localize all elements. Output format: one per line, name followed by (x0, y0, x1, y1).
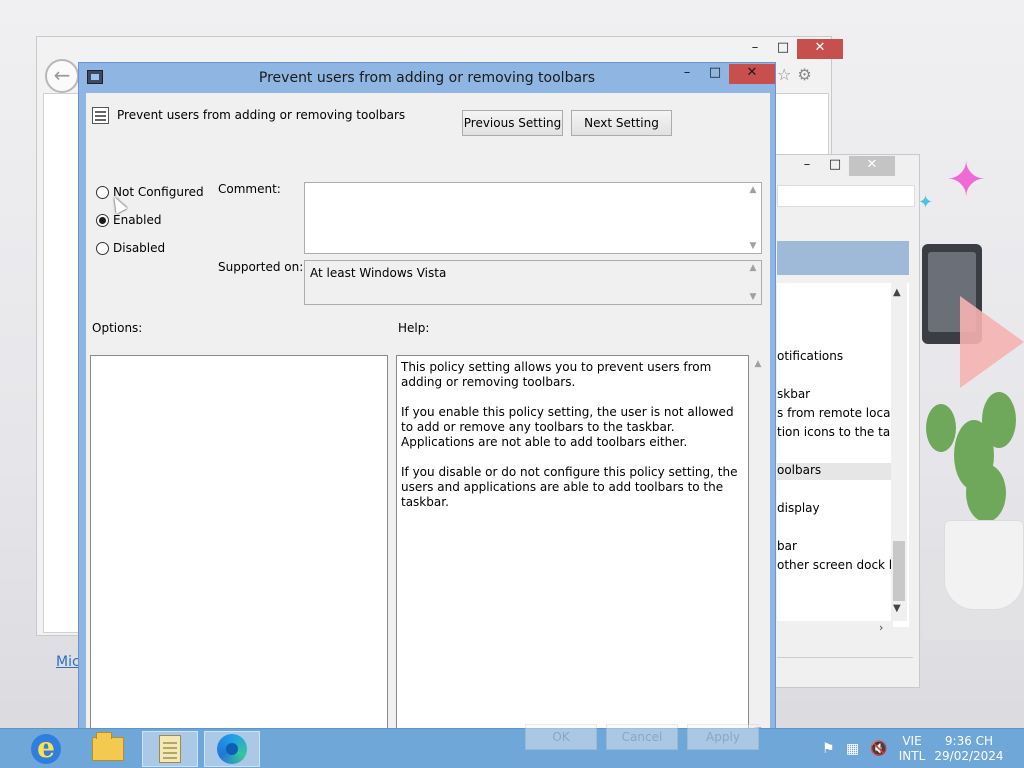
list-item[interactable]: bar (777, 539, 797, 553)
supported-on-field: At least Windows Vista ▲ ▼ (304, 260, 762, 305)
radio-label: Enabled (113, 213, 162, 227)
gp-settings-list: otifications skbar s from remote loca...… (777, 283, 909, 627)
dialog-client-area: Prevent users from adding or removing to… (86, 93, 770, 741)
gp-toolbar (777, 185, 915, 207)
help-pane[interactable]: This policy setting allows you to preven… (396, 355, 749, 740)
folder-icon (92, 732, 124, 761)
taskbar: e ⚑ ▦ 🔇 VIE INTL 9:36 CH 29/02/2024 (0, 728, 1024, 768)
list-item[interactable]: display (777, 501, 820, 515)
list-item[interactable]: skbar (777, 387, 810, 401)
scroll-down-icon[interactable]: ▼ (746, 292, 760, 302)
sparkle-icon: ✦ (946, 152, 987, 208)
scroll-down-icon[interactable]: ▼ (746, 241, 760, 251)
list-item[interactable]: s from remote loca... (777, 406, 902, 420)
gp-vertical-scrollbar[interactable]: ▲ ▼ (891, 283, 907, 621)
minimize-icon[interactable]: – (741, 39, 769, 59)
settings-gear-icon[interactable]: ⚙ (797, 65, 811, 84)
sparkle-small-icon: ✦ (918, 192, 934, 213)
dialog-title: Prevent users from adding or removing to… (258, 70, 596, 86)
bg-toolbar-icons: ☆ ⚙ (777, 65, 818, 84)
supported-scrollbar[interactable]: ▲ ▼ (746, 261, 760, 304)
scroll-up-icon[interactable]: ▲ (893, 287, 901, 298)
help-paragraph: This policy setting allows you to preven… (401, 360, 712, 389)
taskbar-internet-explorer[interactable]: e (18, 731, 74, 767)
taskbar-notepad[interactable] (142, 731, 198, 767)
scroll-up-icon[interactable]: ▲ (746, 263, 760, 273)
scroll-thumb[interactable] (893, 541, 905, 601)
policy-setting-icon (92, 107, 109, 124)
maximize-icon[interactable]: □ (821, 156, 849, 176)
comment-textarea[interactable]: ▲ ▼ (304, 182, 762, 254)
wallpaper-paper-plane (960, 296, 1024, 388)
radio-circle-selected[interactable] (96, 213, 109, 227)
bg-window-caption-buttons: – □ ✕ (741, 39, 843, 59)
help-paragraph: If you enable this policy setting, the u… (401, 405, 734, 449)
minimize-icon[interactable]: – (793, 156, 821, 176)
radio-disabled[interactable]: Disabled (96, 241, 165, 255)
help-scrollbar[interactable]: ▲ ▼ (750, 355, 766, 740)
radio-label: Disabled (113, 241, 166, 255)
scroll-up-icon[interactable]: ▲ (746, 185, 760, 195)
options-pane[interactable] (90, 355, 388, 740)
volume-muted-icon[interactable]: 🔇 (870, 741, 887, 757)
list-item[interactable]: tion icons to the ta... (777, 425, 902, 439)
taskbar-file-explorer[interactable] (80, 731, 136, 767)
radio-circle[interactable] (96, 241, 109, 255)
close-icon[interactable]: ✕ (729, 64, 775, 84)
previous-setting-button[interactable]: Previous Setting (462, 110, 563, 136)
comment-label: Comment: (218, 182, 281, 196)
gp-selected-band (777, 241, 909, 275)
notepad-icon (159, 735, 181, 763)
comment-scrollbar[interactable]: ▲ ▼ (746, 183, 760, 253)
radio-enabled[interactable]: Enabled (96, 213, 162, 227)
scroll-up-icon[interactable]: ▲ (750, 359, 766, 369)
options-label: Options: (92, 321, 143, 335)
radio-circle[interactable] (96, 185, 109, 199)
group-policy-editor-window[interactable]: – □ ✕ otifications skbar s from remote l… (772, 154, 920, 688)
clock-date: 29/02/2024 (934, 749, 1004, 763)
policy-setting-dialog[interactable]: Prevent users from adding or removing to… (78, 62, 776, 742)
language-top: VIE (902, 734, 922, 748)
minimize-icon[interactable]: – (673, 64, 701, 84)
language-bottom: INTL (898, 749, 926, 763)
maximize-icon[interactable]: □ (701, 64, 729, 84)
favorites-star-icon[interactable]: ☆ (777, 65, 791, 84)
ok-button[interactable]: OK (525, 724, 597, 750)
dialog-caption-buttons: – □ ✕ (673, 64, 775, 84)
internet-explorer-icon: e (31, 734, 61, 764)
list-item-selected[interactable]: oolbars (777, 463, 895, 480)
supported-on-value: At least Windows Vista (310, 266, 447, 280)
gp-horizontal-scrollbar[interactable]: › (777, 621, 893, 637)
maximize-icon[interactable]: □ (769, 39, 797, 59)
network-icon[interactable]: ▦ (846, 741, 859, 757)
clock[interactable]: 9:36 CH 29/02/2024 (934, 734, 1004, 764)
next-setting-button[interactable]: Next Setting (571, 110, 672, 136)
gp-status-bar (777, 657, 913, 679)
cancel-button[interactable]: Cancel (606, 724, 678, 750)
wallpaper-cactus (926, 380, 1024, 530)
list-item[interactable]: other screen dock l... (777, 558, 904, 572)
help-paragraph: If you disable or do not configure this … (401, 465, 738, 509)
gp-caption-buttons: – □ ✕ (793, 156, 895, 176)
background-link[interactable]: Mic (56, 654, 80, 670)
dialog-titlebar[interactable]: Prevent users from adding or removing to… (79, 63, 775, 93)
radio-label: Not Configured (113, 185, 204, 199)
back-arrow-icon[interactable]: ← (45, 59, 79, 93)
taskbar-edge[interactable] (204, 731, 260, 767)
close-icon[interactable]: ✕ (797, 39, 843, 59)
list-item[interactable]: otifications (777, 349, 843, 363)
scroll-right-icon[interactable]: › (879, 621, 883, 634)
scroll-down-icon[interactable]: ▼ (893, 603, 901, 614)
edge-icon (217, 734, 247, 764)
clock-time: 9:36 CH (944, 734, 994, 748)
close-icon[interactable]: ✕ (849, 156, 895, 176)
help-label: Help: (398, 321, 430, 335)
wallpaper-pot (944, 520, 1024, 610)
setting-name: Prevent users from adding or removing to… (117, 108, 406, 122)
apply-button[interactable]: Apply (687, 724, 759, 750)
action-center-flag-icon[interactable]: ⚑ (822, 741, 835, 757)
supported-on-label: Supported on: (218, 260, 304, 274)
language-indicator[interactable]: VIE INTL (894, 734, 930, 764)
